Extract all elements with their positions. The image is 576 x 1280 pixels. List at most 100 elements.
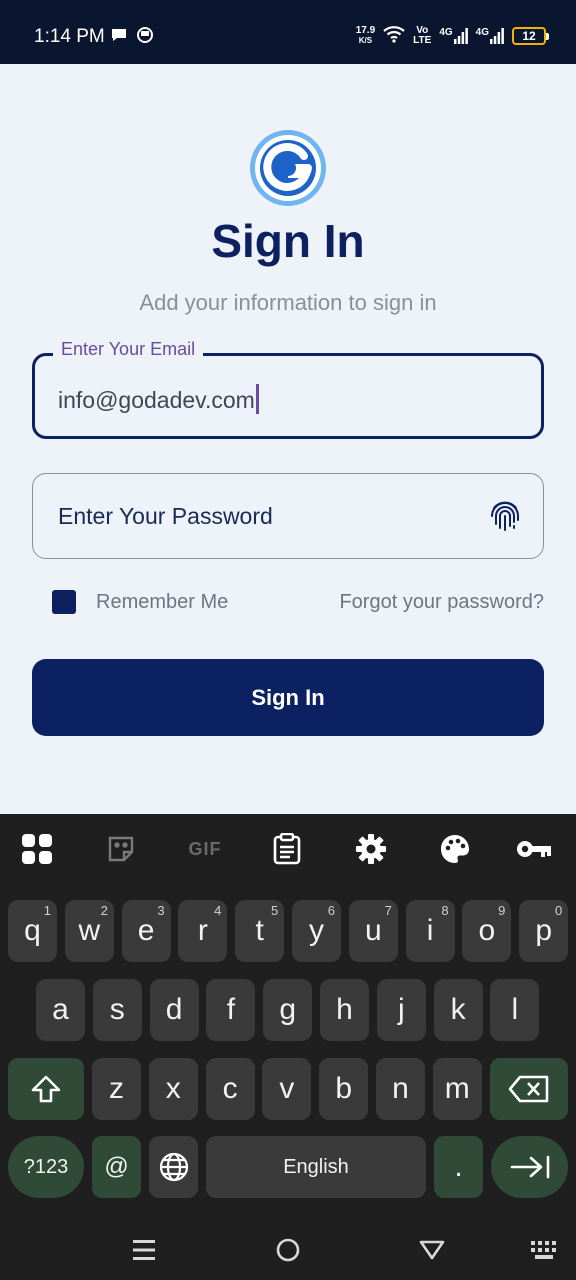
key-u[interactable]: u7 xyxy=(348,900,398,962)
signal-2: 4G xyxy=(476,28,504,44)
battery-indicator: 12 xyxy=(512,27,549,45)
key-b[interactable]: b xyxy=(319,1058,369,1120)
key-r[interactable]: r4 xyxy=(178,900,228,962)
battery-level: 12 xyxy=(522,29,536,43)
key-a[interactable]: a xyxy=(36,979,85,1041)
volte-indicator: Vo LTE xyxy=(413,26,431,46)
theme-palette-icon[interactable] xyxy=(438,832,472,866)
key-label: v xyxy=(279,1072,295,1105)
page-title: Sign In xyxy=(211,215,365,267)
network-speed-unit: K/S xyxy=(358,36,373,45)
home-nav-icon[interactable] xyxy=(272,1234,304,1266)
email-input-value[interactable]: info@godadev.com xyxy=(58,384,259,414)
keyboard-switch-icon[interactable] xyxy=(528,1234,560,1266)
signal-bars-icon xyxy=(453,28,468,44)
forgot-password-link[interactable]: Forgot your password? xyxy=(339,591,544,614)
key-z[interactable]: z xyxy=(92,1058,141,1120)
key-l[interactable]: l xyxy=(490,979,540,1041)
key-n[interactable]: n xyxy=(376,1058,425,1120)
password-key-icon[interactable] xyxy=(514,832,554,866)
settings-gear-icon[interactable] xyxy=(354,832,388,866)
key-s[interactable]: s xyxy=(92,979,142,1041)
text-cursor xyxy=(255,384,259,414)
password-placeholder: Enter Your Password xyxy=(58,503,273,529)
key-hint: 1 xyxy=(43,903,51,918)
key-e[interactable]: e3 xyxy=(121,900,171,962)
key-hint: 7 xyxy=(384,903,392,918)
key-v[interactable]: v xyxy=(262,1058,312,1120)
key-i[interactable]: i8 xyxy=(405,900,455,962)
enter-key[interactable] xyxy=(491,1136,568,1198)
page-subtitle: Add your information to sign in xyxy=(139,290,437,315)
key-w[interactable]: w2 xyxy=(64,900,114,962)
key-k[interactable]: k xyxy=(433,979,483,1041)
gif-button[interactable]: GIF xyxy=(186,832,224,866)
app-notification-icon xyxy=(136,26,154,49)
wifi-icon xyxy=(383,25,405,48)
network-speed: 17.9 K/S xyxy=(356,26,375,46)
key-y[interactable]: y6 xyxy=(292,900,341,962)
email-field[interactable]: Enter Your Email info@godadev.com xyxy=(32,339,544,439)
sign-in-button[interactable]: Sign In xyxy=(32,659,544,736)
apps-grid-icon[interactable] xyxy=(20,832,54,866)
shift-key[interactable] xyxy=(8,1058,84,1120)
key-x[interactable]: x xyxy=(148,1058,198,1120)
sticker-icon[interactable] xyxy=(104,832,138,866)
key-hint: 2 xyxy=(100,903,108,918)
key-label: r xyxy=(197,914,208,947)
key-hint: 3 xyxy=(157,903,165,918)
fingerprint-icon[interactable] xyxy=(487,498,523,534)
key-h[interactable]: h xyxy=(320,979,369,1041)
key-hint: 4 xyxy=(214,903,222,918)
volte-bottom: LTE xyxy=(413,35,432,46)
key-label: u xyxy=(364,914,382,947)
key-label: i xyxy=(426,914,434,947)
app-logo xyxy=(248,128,328,208)
key-label: t xyxy=(255,914,264,947)
key-d[interactable]: d xyxy=(149,979,199,1041)
key-label: l xyxy=(511,993,519,1026)
menu-nav-icon[interactable] xyxy=(128,1234,160,1266)
back-nav-icon[interactable] xyxy=(416,1234,448,1266)
key-p[interactable]: p0 xyxy=(519,900,569,962)
backspace-key[interactable] xyxy=(490,1058,568,1120)
signal-bars-icon xyxy=(490,28,504,44)
key-label: z xyxy=(109,1072,124,1105)
signal-1: 4G xyxy=(439,28,468,44)
key-m[interactable]: m xyxy=(432,1058,482,1120)
key-label: q xyxy=(24,914,41,947)
key-label: m xyxy=(444,1072,470,1105)
key-label: h xyxy=(336,993,353,1026)
key-g[interactable]: g xyxy=(263,979,313,1041)
password-field[interactable]: Enter Your Password xyxy=(32,473,544,559)
soft-keyboard: GIF ?123 @ English . q1w2e3r4t5y6u7i8o9p… xyxy=(0,814,576,1280)
key-f[interactable]: f xyxy=(206,979,256,1041)
key-label: n xyxy=(392,1072,409,1105)
clipboard-icon[interactable] xyxy=(270,832,304,866)
key-label: g xyxy=(279,993,297,1026)
enter-arrow-icon xyxy=(510,1155,549,1179)
symbols-key[interactable]: ?123 xyxy=(8,1136,84,1198)
chat-notification-icon xyxy=(110,26,128,49)
key-j[interactable]: j xyxy=(376,979,426,1041)
key-q[interactable]: q1 xyxy=(8,900,57,962)
key-label: a xyxy=(52,993,69,1026)
key-label: f xyxy=(226,993,236,1026)
status-time: 1:14 PM xyxy=(34,26,105,47)
remember-me-row[interactable]: Remember Me xyxy=(52,590,228,614)
key-label: x xyxy=(165,1072,181,1105)
key-label: e xyxy=(137,914,155,947)
key-t[interactable]: t5 xyxy=(235,900,285,962)
space-bar[interactable]: English xyxy=(206,1136,426,1198)
period-key[interactable]: . xyxy=(434,1136,483,1198)
key-c[interactable]: c xyxy=(205,1058,255,1120)
at-key[interactable]: @ xyxy=(92,1136,141,1198)
key-label: d xyxy=(165,993,183,1026)
key-o[interactable]: o9 xyxy=(462,900,512,962)
key-label: o xyxy=(478,914,496,947)
key-label: w xyxy=(78,914,101,947)
language-globe-key[interactable] xyxy=(149,1136,198,1198)
remember-me-checkbox[interactable] xyxy=(52,590,76,614)
key-hint: 9 xyxy=(498,903,506,918)
key-label: p xyxy=(535,914,553,947)
